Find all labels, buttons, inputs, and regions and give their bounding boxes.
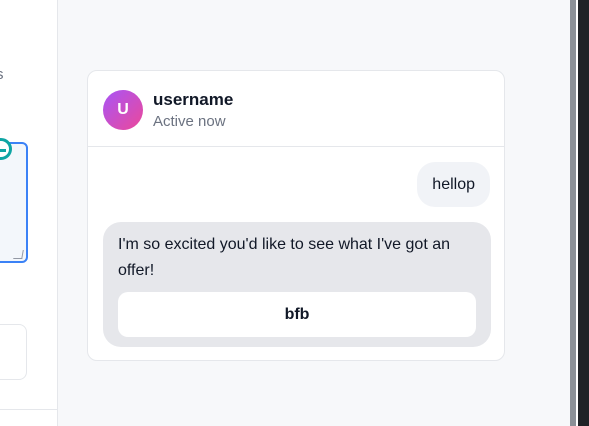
bot-message-bubble: I'm so excited you'd like to see what I'… xyxy=(103,222,491,347)
divider xyxy=(0,409,57,410)
window-border xyxy=(578,0,589,426)
scrollbar-track[interactable] xyxy=(570,0,576,426)
chat-header: U username Active now xyxy=(88,71,504,147)
left-panel-field[interactable] xyxy=(0,324,27,380)
bot-message-text: I'm so excited you'd like to see what I'… xyxy=(118,236,451,279)
left-panel-text: s xyxy=(0,66,4,83)
user-message-bubble: hellop xyxy=(417,162,490,207)
app-stage: s U username Active now hellop I'm so ex… xyxy=(0,0,589,426)
window-edge xyxy=(570,0,589,426)
left-panel: s xyxy=(0,0,58,426)
chat-preview-card: U username Active now hellop I'm so exci… xyxy=(87,70,505,361)
message-textarea[interactable] xyxy=(0,142,28,263)
resize-handle-icon[interactable] xyxy=(13,250,24,259)
chat-username: username xyxy=(153,90,234,109)
chat-status: Active now xyxy=(153,113,226,130)
bot-reply-button[interactable]: bfb xyxy=(118,292,476,337)
avatar: U xyxy=(103,90,143,130)
